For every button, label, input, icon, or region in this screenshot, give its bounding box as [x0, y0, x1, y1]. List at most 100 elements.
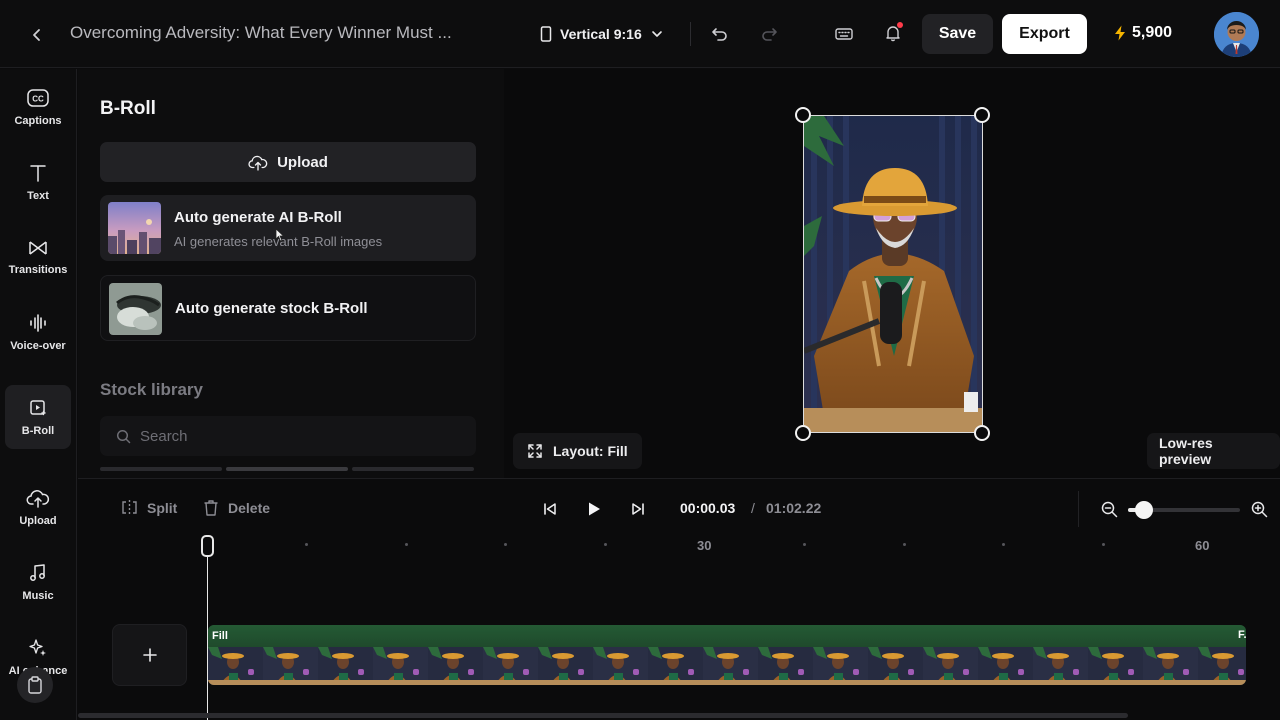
plus-icon — [142, 648, 157, 662]
rail-item-upload[interactable]: Upload — [5, 475, 71, 539]
divider — [690, 22, 691, 46]
zoom-in-button[interactable] — [1246, 496, 1272, 522]
split-button[interactable]: Split — [121, 499, 177, 516]
low-res-preview-toggle[interactable]: Low-res preview — [1147, 433, 1280, 469]
cloud-upload-icon — [248, 155, 268, 171]
rail-item-captions[interactable]: CC Captions — [5, 75, 71, 139]
auto-generate-stock-b-roll-card[interactable]: Auto generate stock B-Roll — [100, 275, 476, 341]
rail-item-label: Captions — [14, 114, 62, 127]
skip-back-button[interactable] — [537, 496, 563, 522]
aspect-ratio-select[interactable]: Vertical 9:16 — [540, 22, 664, 46]
ruler-tick — [1102, 543, 1105, 546]
export-button[interactable]: Export — [1002, 14, 1087, 54]
ruler-tick — [803, 543, 806, 546]
rail-item-transitions[interactable]: Transitions — [5, 225, 71, 289]
split-label: Split — [147, 499, 178, 516]
undo-button[interactable] — [707, 21, 733, 47]
ruler-tick — [903, 543, 906, 546]
ai-b-roll-thumbnail — [108, 202, 161, 254]
auto-generate-ai-b-roll-card[interactable]: Auto generate AI B-Roll AI generates rel… — [100, 195, 476, 261]
layout-button[interactable]: Layout: Fill — [513, 433, 642, 469]
music-note-icon — [30, 563, 45, 581]
captions-icon: CC — [27, 88, 49, 107]
timeline: Split Delete 00:00.03 / 01:02.22 30 60 F… — [78, 478, 1280, 720]
track-end-label: F. — [1238, 629, 1247, 641]
track-frame-thumbnail — [1088, 647, 1143, 685]
rail-item-voice-over[interactable]: Voice-over — [5, 300, 71, 364]
stock-library-heading: Stock library — [100, 380, 203, 399]
add-track-button[interactable] — [112, 624, 187, 686]
keyboard-shortcuts-button[interactable] — [831, 21, 857, 47]
broll-icon — [30, 399, 46, 415]
ruler-tick — [405, 543, 408, 546]
track-frame-thumbnail — [978, 647, 1033, 685]
stock-thumbnail-strip — [100, 467, 476, 471]
track-frame-thumbnail — [1143, 647, 1198, 685]
top-bar: Overcoming Adversity: What Every Winner … — [0, 0, 1280, 68]
track-frame-thumbnail — [703, 647, 758, 685]
ruler-label: 60 — [1195, 538, 1210, 553]
upload-button[interactable]: Upload — [100, 142, 476, 182]
ai-b-roll-title: Auto generate AI B-Roll — [174, 209, 342, 226]
credits-balance[interactable]: 5,900 — [1114, 24, 1172, 42]
keyboard-icon — [835, 28, 853, 40]
redo-icon — [762, 28, 777, 41]
track-frame-thumbnail — [1198, 647, 1246, 685]
tool-rail: CC Captions Text Transitions Voice-over … — [0, 69, 77, 720]
aspect-ratio-label: Vertical 9:16 — [560, 26, 642, 42]
track-frame-thumbnail — [318, 647, 373, 685]
track-frame-thumbnail — [648, 647, 703, 685]
redo-button[interactable] — [756, 21, 782, 47]
resize-handle-bottom-right[interactable] — [974, 425, 990, 441]
upload-label: Upload — [277, 153, 328, 171]
play-button[interactable] — [581, 496, 607, 522]
clipboard-button[interactable] — [17, 667, 53, 703]
rail-item-b-roll[interactable]: B-Roll — [5, 385, 71, 449]
ruler-tick — [504, 543, 507, 546]
zoom-slider-thumb[interactable] — [1134, 501, 1153, 519]
transitions-icon — [29, 240, 47, 255]
search-input[interactable] — [140, 427, 440, 445]
back-button[interactable] — [24, 22, 50, 48]
expand-icon — [528, 444, 542, 458]
rail-item-text[interactable]: Text — [5, 150, 71, 214]
mouse-cursor-icon — [275, 228, 285, 242]
ruler-label: 30 — [697, 538, 712, 553]
video-frame[interactable] — [803, 115, 983, 433]
cloud-upload-icon — [26, 489, 50, 508]
track-frame-thumbnail — [1033, 647, 1088, 685]
chevron-down-icon — [651, 31, 662, 37]
timeline-scrollbar[interactable] — [78, 713, 1128, 718]
skip-forward-button[interactable] — [625, 496, 651, 522]
save-button[interactable]: Save — [922, 14, 993, 54]
resize-handle-bottom-left[interactable] — [795, 425, 811, 441]
search-icon — [116, 429, 131, 443]
track-frame-thumbnail — [208, 647, 263, 685]
track-frame-thumbnail — [758, 647, 813, 685]
video-track-clip[interactable]: Fill — [208, 625, 1246, 685]
rail-item-label: Text — [27, 189, 49, 202]
track-thumbnails — [208, 647, 1246, 685]
track-frame-thumbnail — [483, 647, 538, 685]
user-avatar[interactable] — [1214, 12, 1259, 57]
stock-b-roll-title: Auto generate stock B-Roll — [175, 300, 368, 317]
stock-b-roll-thumbnail — [109, 283, 162, 335]
zoom-out-button[interactable] — [1096, 496, 1122, 522]
undo-icon — [712, 28, 727, 41]
text-icon — [30, 164, 46, 182]
resize-handle-top-left[interactable] — [795, 107, 811, 123]
lightning-bolt-icon — [1115, 25, 1125, 41]
delete-button[interactable]: Delete — [203, 499, 270, 516]
panel-title: B-Roll — [100, 98, 156, 119]
track-frame-thumbnail — [593, 647, 648, 685]
b-roll-panel: B-Roll Upload Auto generate AI B-Roll AI… — [78, 69, 504, 478]
rail-item-music[interactable]: Music — [5, 550, 71, 614]
notifications-button[interactable] — [880, 20, 906, 46]
resize-handle-top-right[interactable] — [974, 107, 990, 123]
ruler-tick — [604, 543, 607, 546]
playhead-handle[interactable] — [201, 535, 214, 557]
divider — [1078, 491, 1079, 527]
project-title[interactable]: Overcoming Adversity: What Every Winner … — [70, 23, 452, 43]
ruler-tick — [305, 543, 308, 546]
skip-forward-icon — [632, 503, 644, 515]
